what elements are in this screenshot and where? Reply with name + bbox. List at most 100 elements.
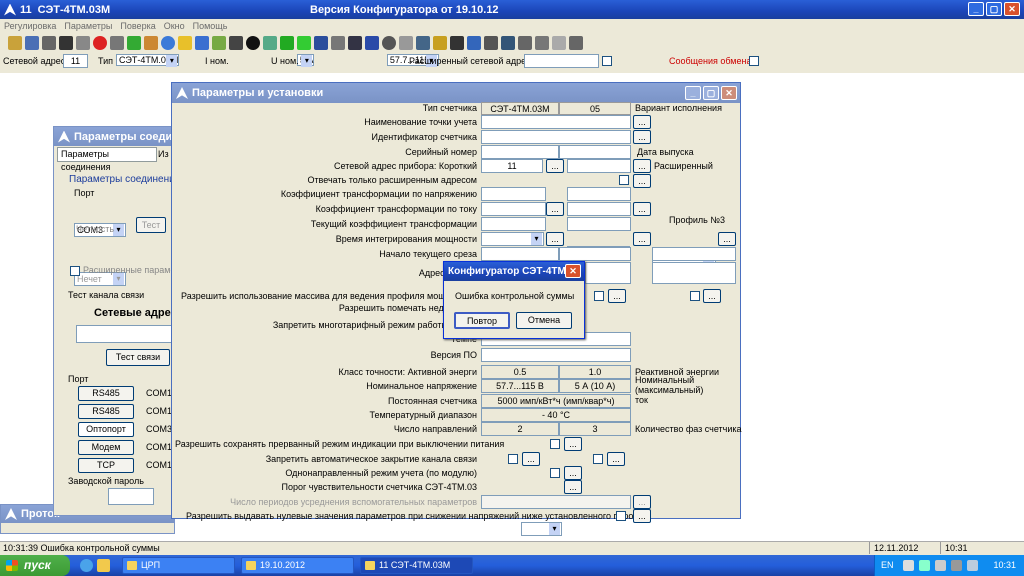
unidirect-checkbox[interactable] (550, 468, 560, 478)
slice-start-field[interactable] (481, 247, 559, 261)
slice-start-field-3[interactable] (652, 247, 736, 261)
test-button[interactable]: Тест (136, 217, 166, 233)
battery-icon[interactable] (280, 36, 294, 50)
ie-icon[interactable] (80, 559, 93, 572)
menu-okno[interactable]: Окно (164, 19, 185, 33)
reply-ext-checkbox[interactable] (619, 175, 629, 185)
kt-voltage-field-2[interactable] (567, 187, 631, 201)
device-icon[interactable] (331, 36, 345, 50)
tray-icon-3[interactable] (935, 560, 946, 571)
grid-icon[interactable] (365, 36, 379, 50)
sensitivity-select[interactable] (521, 522, 562, 536)
disconnect-icon[interactable] (76, 36, 90, 50)
allow-profile-checkbox-1[interactable] (594, 291, 604, 301)
connection-window[interactable]: Параметры соединения Параметры соединени… (53, 126, 184, 516)
net-addr-dots-button[interactable]: ... (546, 159, 564, 173)
slice-start-field-2[interactable] (559, 247, 631, 261)
task-date-folder[interactable]: 19.10.2012 (241, 557, 354, 574)
allow-profile-checkbox-2[interactable] (690, 291, 700, 301)
minimize-button[interactable]: _ (968, 2, 984, 16)
aux-periods-dots-button[interactable]: ... (633, 495, 651, 509)
meter-id-dots-button[interactable]: ... (633, 130, 651, 144)
inom-select[interactable]: 5 A (296, 54, 315, 66)
save-icon[interactable] (25, 36, 39, 50)
ext-address-field[interactable] (524, 54, 599, 68)
tab-other[interactable]: Из (158, 149, 169, 159)
port-btn-tcp[interactable]: TCP (78, 458, 134, 473)
cur-addr-field-2[interactable] (585, 262, 631, 284)
start-button[interactable]: пуск (0, 555, 70, 576)
params-minimize-button[interactable]: _ (685, 86, 701, 100)
integration-select-1[interactable] (481, 232, 544, 246)
test-conn-button[interactable]: Тест связи (106, 349, 170, 366)
kt-current-dots-button[interactable]: ... (633, 202, 651, 216)
allow-profile-dots-1[interactable]: ... (608, 289, 626, 303)
info-icon[interactable] (246, 36, 260, 50)
task-configurator[interactable]: 11 СЭТ-4ТМ.03М (360, 557, 473, 574)
menu-regulirovka[interactable]: Регулировка (4, 19, 56, 33)
net-addr-short-field[interactable]: 11 (481, 159, 543, 173)
star-icon[interactable] (552, 36, 566, 50)
allow-profile-dots-2[interactable]: ... (703, 289, 721, 303)
meter-id-field[interactable] (481, 130, 631, 144)
integration-dots-3[interactable]: ... (718, 232, 736, 246)
point-name-field[interactable] (481, 115, 631, 129)
profile-icon[interactable] (501, 36, 515, 50)
open-icon[interactable] (8, 36, 22, 50)
tray-icon-1[interactable] (903, 560, 914, 571)
dialog-close-button[interactable]: ✕ (565, 264, 581, 278)
forbid-close-dots-button[interactable]: ... (522, 452, 540, 466)
kt-dots-button[interactable]: ... (546, 202, 564, 216)
timer-icon[interactable] (382, 36, 396, 50)
integration-dots-2[interactable]: ... (633, 232, 651, 246)
integration-dots-1[interactable]: ... (546, 232, 564, 246)
menu-poverka[interactable]: Поверка (120, 19, 155, 33)
ext-params-checkbox[interactable] (70, 266, 80, 276)
serial-field[interactable] (481, 145, 559, 159)
task-crp[interactable]: ЦРП (122, 557, 235, 574)
reply-ext-dots-button[interactable]: ... (633, 174, 651, 188)
monitor-icon[interactable] (314, 36, 328, 50)
params-maximize-button[interactable]: ▢ (703, 86, 719, 100)
point-name-dots-button[interactable]: ... (633, 115, 651, 129)
wave-icon[interactable] (416, 36, 430, 50)
tab-connection-params[interactable]: Параметры соединения (57, 147, 157, 172)
port-btn-rs485-2[interactable]: RS485 (78, 404, 134, 419)
connect-icon[interactable] (59, 36, 73, 50)
quality-icon[interactable] (467, 36, 481, 50)
error-dialog[interactable]: Конфигуратор СЭТ-4ТМ ✕ Ошибка контрольно… (443, 261, 585, 339)
kt-voltage-field[interactable] (481, 187, 546, 201)
net-address-field[interactable]: 11 (63, 54, 88, 68)
list-icon[interactable] (263, 36, 277, 50)
forbid-close-dots-button-2[interactable]: ... (607, 452, 625, 466)
tool-icon[interactable] (569, 36, 583, 50)
sun-icon[interactable] (178, 36, 192, 50)
dialog-titlebar[interactable]: Конфигуратор СЭТ-4ТМ ✕ (444, 262, 584, 281)
volt-icon[interactable] (399, 36, 413, 50)
stop-icon[interactable] (93, 36, 107, 50)
pen-icon[interactable] (535, 36, 549, 50)
kt-now-field[interactable] (481, 217, 546, 231)
port-btn-modem[interactable]: Модем (78, 440, 134, 455)
lightning-icon[interactable] (433, 36, 447, 50)
menu-pomosch[interactable]: Помощь (193, 19, 228, 33)
phase-icon[interactable] (348, 36, 362, 50)
clock-icon[interactable] (110, 36, 124, 50)
save-break-dots-button[interactable]: ... (564, 437, 582, 451)
calendar-icon[interactable] (212, 36, 226, 50)
kt-current-field-2[interactable] (567, 202, 631, 216)
check-icon[interactable] (297, 36, 311, 50)
globe-icon[interactable] (161, 36, 175, 50)
close-button[interactable]: ✕ (1004, 2, 1020, 16)
unidirect-dots-button[interactable]: ... (564, 466, 582, 480)
kt-current-field[interactable] (481, 202, 546, 216)
meter-icon[interactable] (127, 36, 141, 50)
tray-icon-4[interactable] (951, 560, 962, 571)
thermo-icon[interactable] (484, 36, 498, 50)
save-break-checkbox[interactable] (550, 439, 560, 449)
sigma-icon[interactable] (450, 36, 464, 50)
zero-values-dots-button[interactable]: ... (633, 509, 651, 523)
kt-now-field-2[interactable] (567, 217, 631, 231)
print-icon[interactable] (42, 36, 56, 50)
connection-titlebar[interactable]: Параметры соединения (54, 127, 177, 146)
